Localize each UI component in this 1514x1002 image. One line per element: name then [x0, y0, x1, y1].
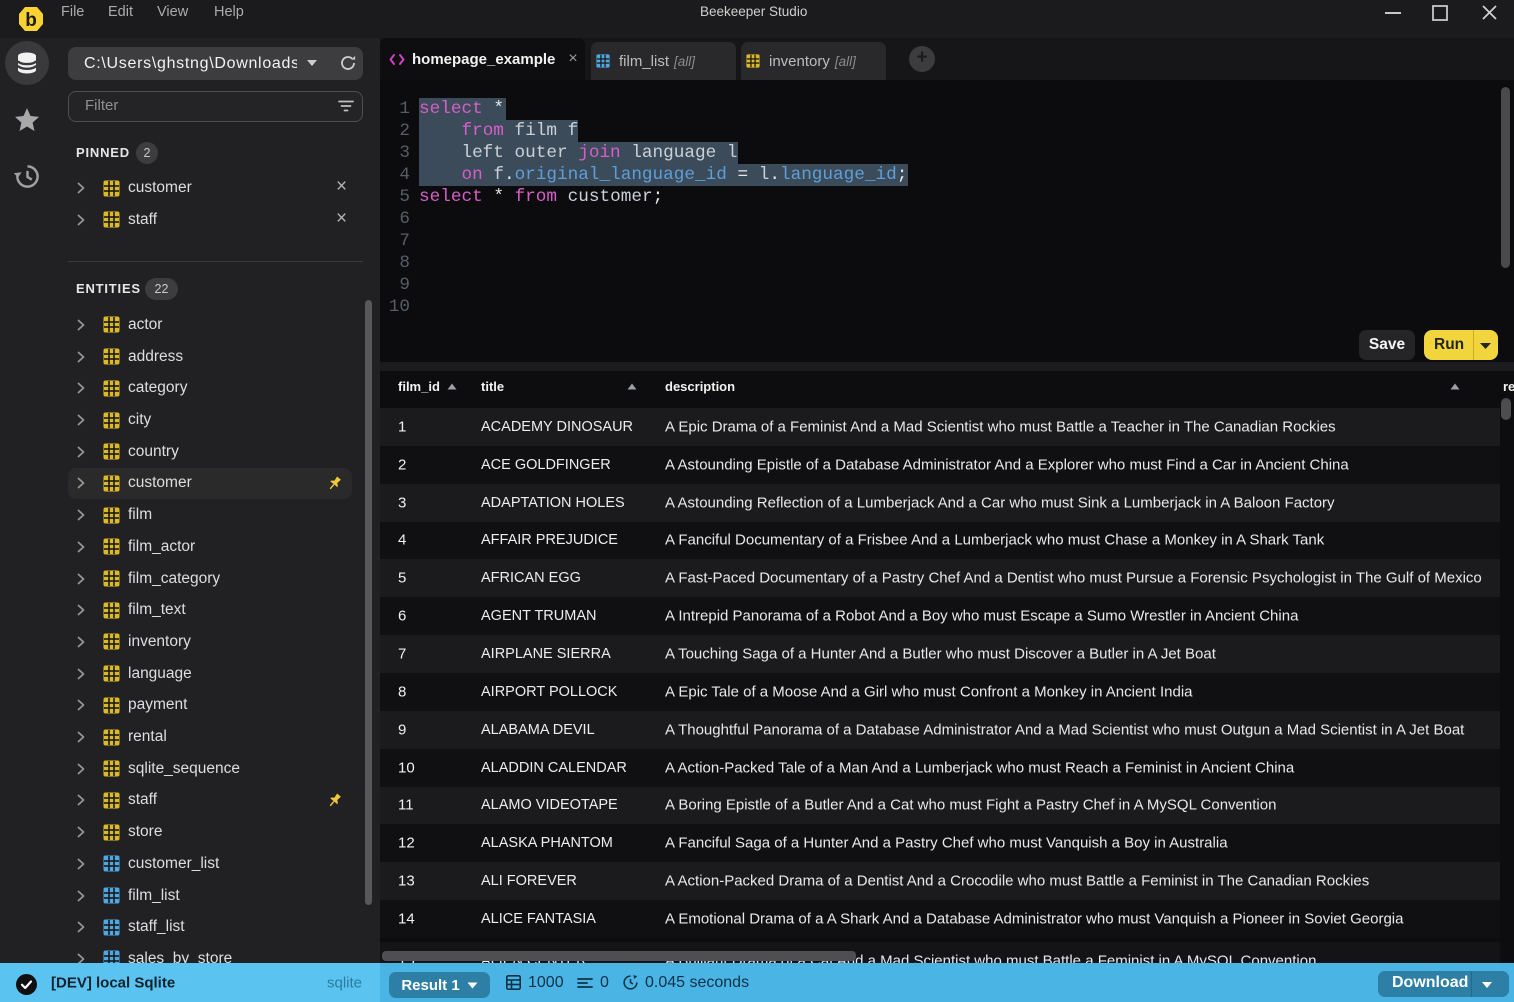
- svg-text:b: b: [25, 10, 37, 31]
